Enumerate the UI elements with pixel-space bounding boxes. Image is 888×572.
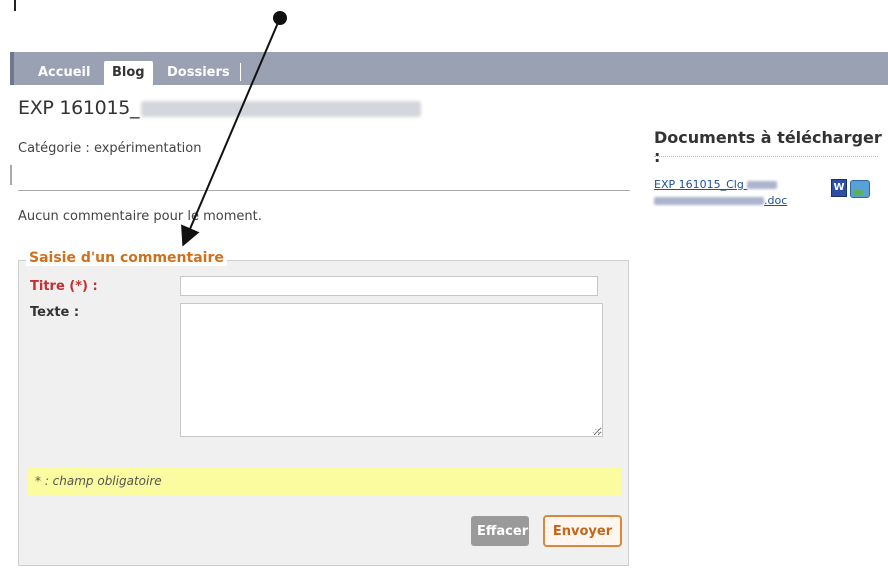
annotation-line: [181, 17, 281, 247]
annotation-arrow: [181, 11, 287, 247]
